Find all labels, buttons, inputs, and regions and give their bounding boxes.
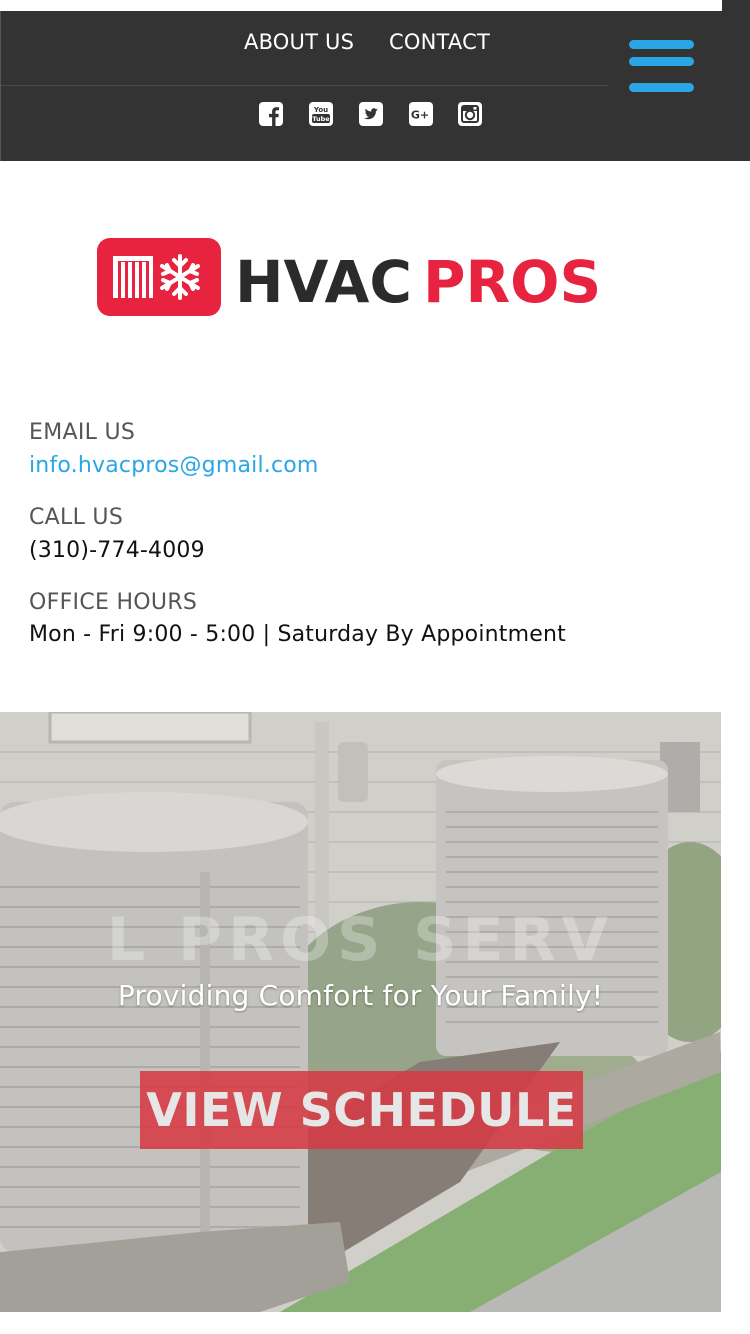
youtube-icon[interactable]: You Tube: [309, 102, 333, 126]
email-link[interactable]: info.hvacpros@gmail.com: [29, 453, 319, 478]
hero-banner: [0, 712, 721, 1312]
svg-text:Tube: Tube: [312, 115, 330, 123]
hero-tagline: Providing Comfort for Your Family!: [117, 979, 604, 1012]
twitter-icon[interactable]: [359, 102, 383, 126]
hero-background-image: [0, 712, 721, 1312]
top-strip-dark-edge: [722, 0, 750, 11]
email-value: info.hvacpros@gmail.com: [29, 453, 319, 478]
office-hours-label: OFFICE HOURS: [29, 590, 198, 615]
logo-text-hvac: HVAC: [235, 248, 412, 316]
facebook-icon[interactable]: [259, 102, 283, 126]
email-label: EMAIL US: [29, 420, 136, 445]
phone-number[interactable]: (310)-774-4009: [29, 538, 205, 563]
svg-text:G+: G+: [411, 109, 429, 122]
instagram-icon[interactable]: [458, 102, 482, 126]
bottom-strip: [0, 1312, 750, 1334]
top-strip: [0, 0, 750, 11]
nav-about-us[interactable]: ABOUT US: [244, 30, 354, 54]
logo-text-pros: PROS: [423, 248, 601, 316]
hamburger-menu-icon: [629, 40, 694, 92]
nav-contact[interactable]: CONTACT: [389, 30, 490, 54]
hero-ghost-text: L PROS SERV: [106, 905, 615, 975]
hamburger-menu-button[interactable]: [609, 11, 719, 121]
view-schedule-button[interactable]: VIEW SCHEDULE: [140, 1071, 583, 1149]
office-hours-value: Mon - Fri 9:00 - 5:00 | Saturday By Appo…: [29, 622, 566, 647]
site-header: ABOUT US CONTACT You Tube G+: [0, 11, 750, 161]
svg-text:You: You: [313, 106, 328, 114]
page: ABOUT US CONTACT You Tube G+ HVAC PROS E…: [0, 0, 750, 1334]
hvacpros-logo[interactable]: HVAC PROS: [97, 236, 617, 318]
call-label: CALL US: [29, 505, 124, 530]
google-plus-icon[interactable]: G+: [409, 102, 433, 126]
